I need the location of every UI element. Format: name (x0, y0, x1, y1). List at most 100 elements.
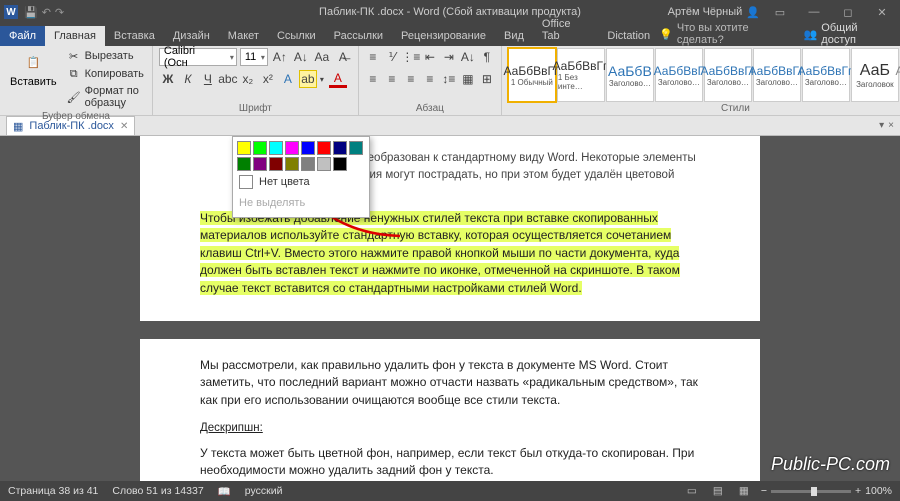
tab-home[interactable]: Главная (45, 26, 105, 46)
maximize-icon[interactable]: ◻ (834, 6, 862, 19)
no-color-option[interactable]: Нет цвета (237, 171, 365, 193)
show-marks-icon[interactable]: ¶ (479, 48, 495, 66)
style-item[interactable]: АаБбВвГг,1 Без инте… (557, 48, 605, 102)
share-button[interactable]: 👥Общий доступ (804, 22, 892, 46)
color-swatch[interactable] (333, 141, 347, 155)
tab-design[interactable]: Дизайн (164, 26, 219, 46)
style-item[interactable]: АаБбВЗаголово… (606, 48, 654, 102)
close-tab-icon[interactable]: ✕ (120, 121, 128, 132)
italic-button[interactable]: К (179, 70, 197, 88)
zoom-in-icon[interactable]: + (855, 485, 861, 497)
color-swatch[interactable] (269, 141, 283, 155)
document-area[interactable]: Нет цвета Не выделять Текст будет преобр… (0, 136, 900, 481)
color-swatch[interactable] (237, 157, 251, 171)
bullets-icon[interactable]: ≡ (365, 48, 381, 66)
tab-close-icon[interactable]: × (888, 120, 894, 131)
numbering-icon[interactable]: ⅟ (384, 48, 400, 66)
color-swatch[interactable] (301, 157, 315, 171)
shrink-font-icon[interactable]: A↓ (292, 48, 310, 66)
desc-label: Дескрипшн: (200, 422, 263, 434)
color-swatch[interactable] (349, 141, 363, 155)
bulb-icon: 💡 (659, 28, 673, 41)
format-painter-button[interactable]: 🖌Формат по образцу (65, 84, 146, 110)
grow-font-icon[interactable]: A↑ (271, 48, 289, 66)
tab-references[interactable]: Ссылки (268, 26, 325, 46)
color-swatch[interactable] (285, 157, 299, 171)
window-title: Паблик-ПК .docx - Word (Сбой активации п… (319, 6, 581, 18)
font-color-button[interactable]: A (329, 70, 347, 88)
zoom-slider[interactable] (771, 490, 851, 493)
align-right-icon[interactable]: ≡ (403, 70, 419, 88)
font-size-combo[interactable]: 11 (240, 48, 268, 66)
borders-icon[interactable]: ⊞ (479, 70, 495, 88)
line-spacing-icon[interactable]: ↕≡ (441, 70, 457, 88)
tell-me[interactable]: 💡Что вы хотите сделать? (659, 22, 793, 46)
color-swatch[interactable] (253, 157, 267, 171)
justify-icon[interactable]: ≡ (422, 70, 438, 88)
copy-button[interactable]: ⧉Копировать (65, 66, 146, 82)
word-count[interactable]: Слово 51 из 14337 (112, 485, 203, 497)
highlight-color-button[interactable]: ab (299, 70, 317, 88)
web-layout-icon[interactable]: ▦ (735, 484, 753, 498)
spell-check-icon[interactable]: 📖 (218, 485, 231, 498)
tab-review[interactable]: Рецензирование (392, 26, 495, 46)
print-layout-icon[interactable]: ▤ (709, 484, 727, 498)
language-status[interactable]: русский (245, 485, 283, 497)
align-center-icon[interactable]: ≡ (384, 70, 400, 88)
tab-layout[interactable]: Макет (219, 26, 268, 46)
tab-menu-icon[interactable]: ▾ (879, 120, 884, 131)
zoom-level[interactable]: 100% (865, 485, 892, 497)
color-swatch[interactable] (317, 157, 331, 171)
tab-insert[interactable]: Вставка (105, 26, 164, 46)
font-name-combo[interactable]: Calibri (Осн (159, 48, 237, 66)
style-item[interactable]: АаБбВвГг,Заголово… (753, 48, 801, 102)
color-swatch[interactable] (237, 141, 251, 155)
underline-button[interactable]: Ч (199, 70, 217, 88)
text-effects-icon[interactable]: A (279, 70, 297, 88)
tab-mailings[interactable]: Рассылки (325, 26, 392, 46)
paste-button[interactable]: 📋 Вставить (6, 48, 61, 90)
subscript-button[interactable]: x₂ (239, 70, 257, 88)
color-swatch[interactable] (269, 157, 283, 171)
group-label: Стили (508, 102, 900, 114)
color-swatch[interactable] (317, 141, 331, 155)
shading-icon[interactable]: ▦ (460, 70, 476, 88)
color-swatch[interactable] (285, 141, 299, 155)
style-item[interactable]: АаБбВвГЗаголово… (655, 48, 703, 102)
strike-button[interactable]: abc (219, 70, 237, 88)
color-swatch[interactable] (301, 141, 315, 155)
style-gallery: АаБбВвГг,1 Обычный АаБбВвГг,1 Без инте… … (508, 48, 900, 102)
close-icon[interactable]: ✕ (868, 6, 896, 19)
style-item[interactable]: АаБЗаголовок (851, 48, 899, 102)
read-mode-icon[interactable]: ▭ (683, 484, 701, 498)
group-clipboard: 📋 Вставить ✂Вырезать ⧉Копировать 🖌Формат… (0, 46, 153, 115)
color-swatch[interactable] (333, 157, 347, 171)
style-item[interactable]: АаБбВвГг,1 Обычный (508, 48, 556, 102)
qat-redo-icon[interactable]: ↷ (55, 6, 64, 19)
superscript-button[interactable]: x² (259, 70, 277, 88)
zoom-out-icon[interactable]: − (761, 485, 767, 497)
style-item[interactable]: АаБбВвГг,Заголово… (802, 48, 850, 102)
tab-file[interactable]: Файл (0, 26, 45, 46)
tab-view[interactable]: Вид (495, 26, 533, 46)
inc-indent-icon[interactable]: ⇥ (441, 48, 457, 66)
minimize-icon[interactable]: — (800, 6, 828, 18)
user-account[interactable]: Артём Чёрный 👤 (668, 6, 760, 19)
tab-officetab[interactable]: Office Tab (533, 14, 598, 46)
color-swatch[interactable] (253, 141, 267, 155)
multilevel-icon[interactable]: ⋮≡ (403, 48, 419, 66)
cut-button[interactable]: ✂Вырезать (65, 48, 146, 64)
tab-dictation[interactable]: Dictation (598, 26, 659, 46)
change-case-icon[interactable]: Aa (313, 48, 331, 66)
paste-icon: 📋 (21, 50, 45, 74)
clear-format-icon[interactable]: A̶ (334, 48, 352, 66)
ribbon-options-icon[interactable]: ▭ (766, 6, 794, 19)
sort-icon[interactable]: A↓ (460, 48, 476, 66)
page-status[interactable]: Страница 38 из 41 (8, 485, 98, 497)
qat-save-icon[interactable]: 💾 (24, 6, 38, 19)
style-item[interactable]: АаБбВвГгЗаголово… (704, 48, 752, 102)
bold-button[interactable]: Ж (159, 70, 177, 88)
dec-indent-icon[interactable]: ⇤ (422, 48, 438, 66)
qat-undo-icon[interactable]: ↶ (42, 6, 51, 19)
align-left-icon[interactable]: ≡ (365, 70, 381, 88)
